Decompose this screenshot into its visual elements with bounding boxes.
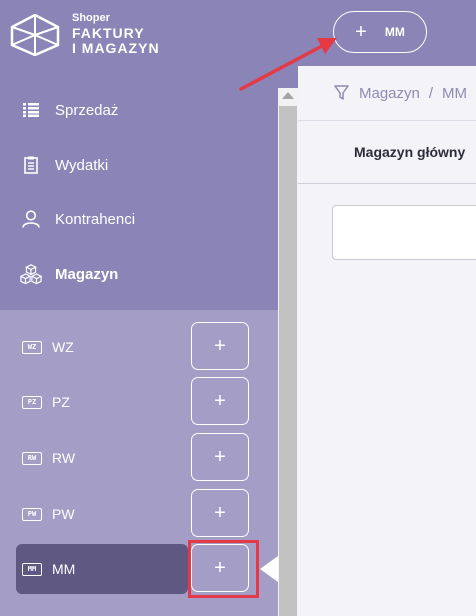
document-code-icon: PW bbox=[22, 507, 42, 521]
breadcrumb-mm: MM bbox=[442, 84, 468, 102]
submenu-item-mm[interactable]: MM MM bbox=[16, 544, 188, 594]
app-logo-icon bbox=[10, 14, 60, 56]
add-wz-button[interactable]: + bbox=[191, 322, 249, 370]
clipboard-icon bbox=[20, 154, 42, 176]
tab-bar: Magazyn główny bbox=[298, 121, 476, 183]
active-item-pointer bbox=[260, 556, 278, 582]
submenu-item-wz[interactable]: WZ WZ bbox=[16, 322, 188, 372]
tab-main-warehouse[interactable]: Magazyn główny bbox=[354, 144, 465, 160]
document-code-icon: MM bbox=[22, 562, 42, 576]
nav-label-contractors: Kontrahenci bbox=[55, 210, 136, 228]
warehouse-submenu: WZ WZ + PZ PZ + RW RW + PW PW + MM MM + bbox=[0, 310, 278, 616]
search-field[interactable] bbox=[332, 205, 476, 260]
nav-item-sales[interactable]: Sprzedaż bbox=[20, 95, 118, 125]
brand-title-line2: I MAGAZYN bbox=[72, 40, 160, 56]
submenu-label-rw: RW bbox=[52, 450, 76, 466]
boxes-icon bbox=[20, 263, 42, 285]
nav-item-contractors[interactable]: Kontrahenci bbox=[20, 204, 135, 234]
add-rw-button[interactable]: + bbox=[191, 433, 249, 481]
top-bar: + MM bbox=[298, 0, 476, 66]
nav-label-warehouse: Magazyn bbox=[55, 265, 119, 283]
divider bbox=[298, 183, 476, 184]
document-code-icon: WZ bbox=[22, 340, 42, 354]
breadcrumb: Magazyn / MM bbox=[298, 66, 476, 120]
new-mm-label: MM bbox=[384, 25, 405, 39]
breadcrumb-warehouse[interactable]: Magazyn bbox=[359, 85, 420, 102]
brand-title-line1: FAKTURY bbox=[72, 25, 145, 41]
submenu-label-wz: WZ bbox=[52, 339, 74, 355]
submenu-row-pz: PZ PZ + bbox=[0, 377, 278, 427]
sidebar: Shoper FAKTURY I MAGAZYN Sprzedaż Wydatk… bbox=[0, 0, 298, 616]
submenu-row-pw: PW PW + bbox=[0, 489, 278, 539]
scroll-up-arrow-icon[interactable] bbox=[282, 92, 294, 99]
list-icon bbox=[20, 99, 42, 121]
sidebar-main-nav: Shoper FAKTURY I MAGAZYN Sprzedaż Wydatk… bbox=[0, 0, 298, 310]
breadcrumb-separator: / bbox=[428, 84, 434, 102]
new-mm-button[interactable]: + MM bbox=[333, 11, 427, 53]
plus-icon: + bbox=[355, 20, 367, 43]
highlight-box bbox=[188, 540, 259, 598]
nav-item-expenses[interactable]: Wydatki bbox=[20, 150, 108, 180]
brand-name-small: Shoper bbox=[72, 12, 110, 24]
nav-label-sales: Sprzedaż bbox=[55, 101, 119, 119]
user-icon bbox=[20, 208, 42, 230]
document-code-icon: RW bbox=[22, 451, 42, 465]
submenu-item-pw[interactable]: PW PW bbox=[16, 489, 188, 539]
submenu-item-rw[interactable]: RW RW bbox=[16, 433, 188, 483]
submenu-label-mm: MM bbox=[52, 561, 76, 577]
scrollbar-thumb[interactable] bbox=[279, 106, 297, 616]
submenu-row-rw: RW RW + bbox=[0, 433, 278, 483]
submenu-row-wz: WZ WZ + bbox=[0, 322, 278, 372]
nav-item-warehouse[interactable]: Magazyn bbox=[20, 259, 118, 289]
sidebar-scrollbar[interactable] bbox=[278, 88, 298, 616]
funnel-icon[interactable] bbox=[334, 85, 349, 101]
submenu-label-pz: PZ bbox=[52, 394, 70, 410]
add-pz-button[interactable]: + bbox=[191, 377, 249, 425]
submenu-row-mm: MM MM + bbox=[0, 540, 278, 598]
nav-label-expenses: Wydatki bbox=[55, 156, 109, 174]
add-pw-button[interactable]: + bbox=[191, 489, 249, 537]
submenu-item-pz[interactable]: PZ PZ bbox=[16, 377, 188, 427]
submenu-label-pw: PW bbox=[52, 506, 75, 522]
document-code-icon: PZ bbox=[22, 395, 42, 409]
